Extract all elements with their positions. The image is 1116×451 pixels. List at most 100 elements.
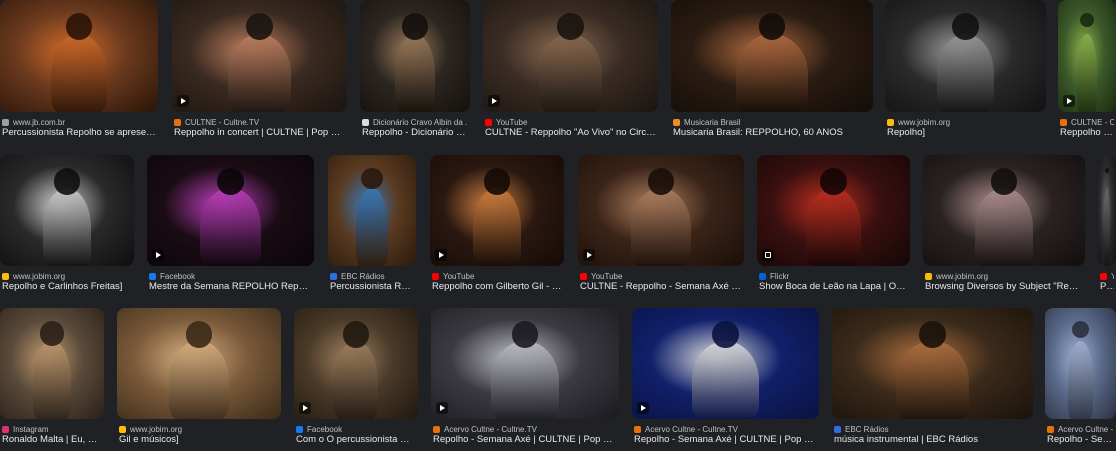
result-thumbnail[interactable] bbox=[923, 155, 1085, 266]
site-favicon-icon bbox=[296, 425, 303, 433]
image-result-card[interactable]: www.jobim.org Repolho] bbox=[885, 0, 1046, 144]
image-result-card[interactable]: Facebook Com o O percussionista Re... bbox=[294, 308, 418, 451]
thumbnail-figure bbox=[539, 33, 602, 112]
image-result-card[interactable]: www.jobim.org Gil e músicos] bbox=[117, 308, 281, 451]
result-thumbnail[interactable] bbox=[430, 155, 564, 266]
result-thumbnail[interactable] bbox=[294, 308, 418, 419]
result-title-link[interactable]: Mestre da Semana REPOLHO Reppol... bbox=[149, 281, 312, 293]
image-result-card[interactable]: YouTube CULTNE - Reppolho - Semana Axé - … bbox=[578, 155, 744, 298]
thumbnail-figure-head bbox=[511, 321, 539, 348]
result-source-label: Acervo Cultne - Cultne.TV bbox=[645, 424, 738, 434]
image-result-card[interactable]: Facebook Mestre da Semana REPOLHO Reppol.… bbox=[147, 155, 314, 298]
site-favicon-icon bbox=[2, 425, 9, 433]
result-source-label: CULTNE - Cultne.TV bbox=[1071, 117, 1114, 127]
image-result-card[interactable]: Acervo Cultne - Cultne.TV Repolho - Seman… bbox=[632, 308, 819, 451]
thumbnail-figure-head bbox=[712, 321, 739, 348]
result-title-link[interactable]: CULTNE - Reppolho - Semana Axé - Y... bbox=[580, 281, 742, 293]
image-result-card[interactable]: Acervo Cultne - Cultne.TV Repolho - Seman… bbox=[431, 308, 619, 451]
thumbnail-figure-head bbox=[647, 168, 675, 195]
result-thumbnail[interactable] bbox=[832, 308, 1033, 419]
result-title-link[interactable]: Ronaldo Malta | Eu, R... bbox=[2, 434, 102, 446]
result-title-link[interactable]: Repolho - Semana Axé | CULTNE | Pop & M.… bbox=[634, 434, 817, 446]
thumbnail-figure bbox=[395, 33, 435, 112]
result-title-link[interactable]: Repolho] bbox=[887, 127, 1044, 139]
result-title-link[interactable]: Gil e músicos] bbox=[119, 434, 279, 446]
result-thumbnail[interactable] bbox=[1098, 155, 1116, 266]
result-source-label: www.jobim.org bbox=[898, 117, 951, 127]
result-thumbnail[interactable] bbox=[885, 0, 1046, 112]
result-thumbnail[interactable] bbox=[360, 0, 470, 112]
result-thumbnail[interactable] bbox=[147, 155, 314, 266]
image-result-card[interactable]: YouTube CULTNE - Reppolho "Ao Vivo" no Ci… bbox=[483, 0, 658, 144]
result-title-link[interactable]: Show Boca de Leão na Lapa | O G... bbox=[759, 281, 908, 293]
result-thumbnail[interactable] bbox=[578, 155, 744, 266]
site-favicon-icon bbox=[2, 272, 9, 280]
result-thumbnail[interactable] bbox=[671, 0, 873, 112]
image-result-card[interactable]: CULTNE - Cultne.TVReppolho in c bbox=[1058, 0, 1116, 144]
thumbnail-figure-head bbox=[342, 321, 370, 348]
thumbnail-figure bbox=[169, 341, 229, 419]
thumbnail-figure bbox=[1103, 188, 1111, 266]
thumbnail-figure bbox=[735, 33, 809, 112]
result-source-label: Facebook bbox=[160, 271, 196, 281]
site-favicon-icon bbox=[759, 272, 766, 280]
result-title-link[interactable]: Browsing Diversos by Subject "Repol... bbox=[925, 281, 1083, 293]
image-result-card[interactable]: YouTube Reppolho com Gilberto Gil - to... bbox=[430, 155, 564, 298]
image-result-card[interactable]: CULTNE - Cultne.TV Reppolho in concert | … bbox=[172, 0, 347, 144]
result-source-label: www.jobim.org bbox=[130, 424, 183, 434]
play-icon bbox=[488, 95, 500, 107]
result-thumbnail[interactable] bbox=[1045, 308, 1116, 419]
result-source-label: Facebook bbox=[307, 424, 343, 434]
result-title-link[interactable]: Com o O percussionista Re... bbox=[296, 434, 416, 446]
result-thumbnail[interactable] bbox=[483, 0, 658, 112]
site-favicon-icon bbox=[673, 118, 680, 126]
result-thumbnail[interactable] bbox=[0, 308, 104, 419]
result-source-label: YouTube bbox=[591, 271, 623, 281]
result-title-link[interactable]: Reppolho in c bbox=[1060, 127, 1114, 139]
result-title-link[interactable]: Percussionista Repolho se apresen... bbox=[2, 127, 156, 139]
site-favicon-icon bbox=[2, 118, 9, 126]
result-title-link[interactable]: Reppolho com Gilberto Gil - to... bbox=[432, 281, 562, 293]
result-source-label: EBC Rádios bbox=[341, 271, 385, 281]
image-result-card[interactable]: Dicionário Cravo Albin da ... Reppolho - … bbox=[360, 0, 470, 144]
image-result-card[interactable]: www.jb.com.br Percussionista Repolho se a… bbox=[0, 0, 158, 144]
image-result-card[interactable]: EBC Rádios Percussionista Re... bbox=[328, 155, 416, 298]
thumbnail-figure-head bbox=[1104, 168, 1110, 173]
result-source-label: Flickr bbox=[770, 271, 790, 281]
thumbnail-figure-head bbox=[1080, 13, 1094, 28]
image-result-card[interactable]: Y Pra bbox=[1098, 155, 1116, 298]
image-result-card[interactable]: Musicaria Brasil Musicaria Brasil: REPPOL… bbox=[671, 0, 873, 144]
result-thumbnail[interactable] bbox=[632, 308, 819, 419]
result-thumbnail[interactable] bbox=[431, 308, 619, 419]
image-result-card[interactable]: www.jobim.org Repolho e Carlinhos Freitas… bbox=[0, 155, 134, 298]
result-thumbnail[interactable] bbox=[0, 155, 134, 266]
thumbnail-figure bbox=[1067, 341, 1094, 419]
thumbnail-figure bbox=[896, 341, 969, 419]
result-title-link[interactable]: Pra bbox=[1100, 281, 1114, 293]
thumbnail-figure-head bbox=[401, 13, 429, 40]
image-result-card[interactable]: Instagram Ronaldo Malta | Eu, R... bbox=[0, 308, 104, 451]
result-thumbnail[interactable] bbox=[117, 308, 281, 419]
result-title-link[interactable]: Musicaria Brasil: REPPOLHO, 60 ANOS bbox=[673, 127, 871, 139]
site-favicon-icon bbox=[119, 425, 126, 433]
image-result-card[interactable]: www.jobim.org Browsing Diversos by Subjec… bbox=[923, 155, 1085, 298]
image-result-card[interactable]: EBC Rádios música instrumental | EBC Rádi… bbox=[832, 308, 1033, 451]
site-favicon-icon bbox=[149, 272, 156, 280]
result-title-link[interactable]: Percussionista Re... bbox=[330, 281, 414, 293]
result-title-link[interactable]: Reppolho - Dicionário C... bbox=[362, 127, 468, 139]
result-title-link[interactable]: Repolho - Seman bbox=[1047, 434, 1114, 446]
result-title-link[interactable]: Reppolho in concert | CULTNE | Pop & ... bbox=[174, 127, 345, 139]
result-title-link[interactable]: Repolho - Semana Axé | CULTNE | Pop & M.… bbox=[433, 434, 617, 446]
site-favicon-icon bbox=[485, 118, 492, 126]
result-thumbnail[interactable] bbox=[172, 0, 347, 112]
result-title-link[interactable]: CULTNE - Reppolho "Ao Vivo" no Circo ... bbox=[485, 127, 656, 139]
thumbnail-figure bbox=[472, 188, 522, 266]
result-title-link[interactable]: música instrumental | EBC Rádios bbox=[834, 434, 1031, 446]
result-title-link[interactable]: Repolho e Carlinhos Freitas] bbox=[2, 281, 132, 293]
result-thumbnail[interactable] bbox=[328, 155, 416, 266]
image-result-card[interactable]: Acervo Cultne - CRepolho - Seman bbox=[1045, 308, 1116, 451]
result-thumbnail[interactable] bbox=[1058, 0, 1116, 112]
result-thumbnail[interactable] bbox=[0, 0, 158, 112]
result-thumbnail[interactable] bbox=[757, 155, 910, 266]
image-result-card[interactable]: Flickr Show Boca de Leão na Lapa | O G... bbox=[757, 155, 910, 298]
